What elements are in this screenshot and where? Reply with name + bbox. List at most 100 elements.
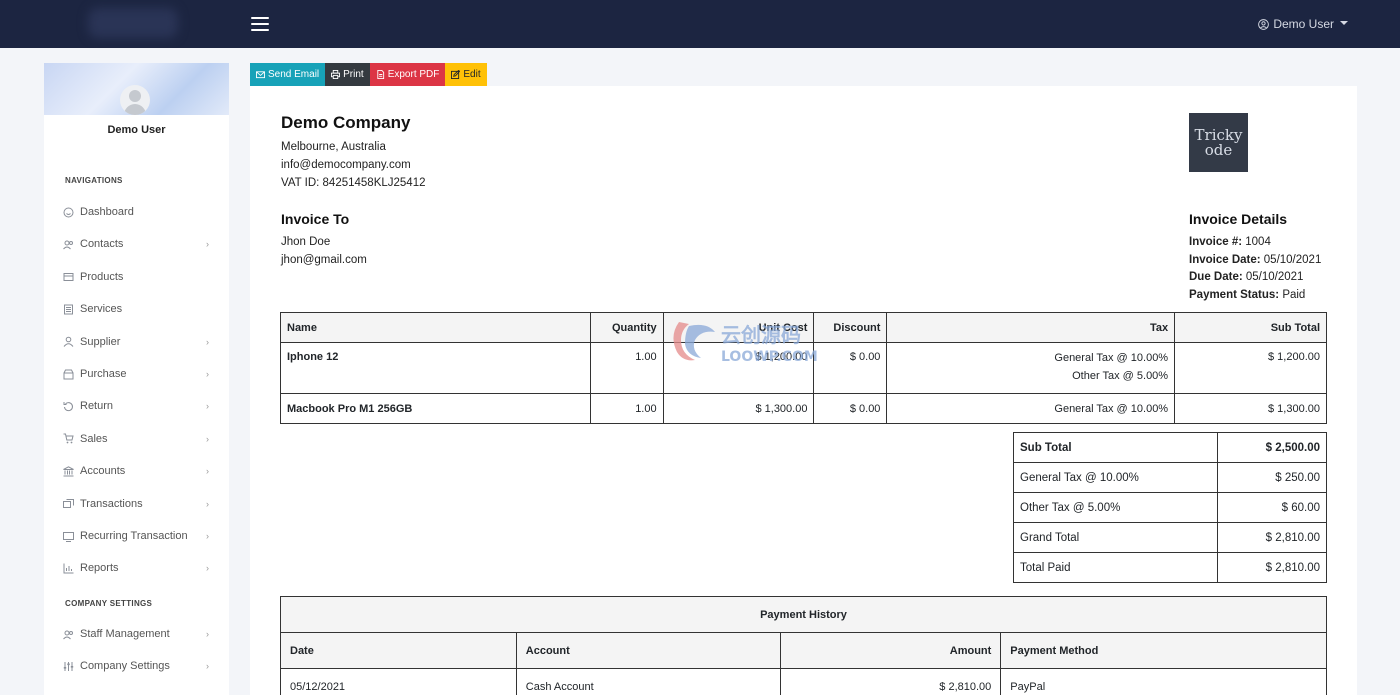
sidebar-item-transactions[interactable]: Transactions › (44, 493, 229, 515)
payment-history-table: Payment History Date Account Amount Paym… (280, 596, 1327, 695)
sidebar-item-label: Services (80, 303, 123, 316)
user-dropdown-label: Demo User (1273, 17, 1334, 31)
column-header: Date (280, 632, 517, 669)
column-header: Unit Cost (662, 312, 815, 343)
totals-value: $ 60.00 (1217, 492, 1327, 523)
table-row: 05/12/2021 Cash Account $ 2,810.00 PayPa… (280, 668, 1327, 695)
totals-value: $ 2,500.00 (1217, 432, 1327, 463)
send-email-button[interactable]: Send Email (250, 63, 326, 86)
app-logo[interactable] (88, 8, 178, 38)
sidebar-item-services[interactable]: Services (44, 298, 229, 320)
due-date-row: Due Date: 05/10/2021 (1189, 271, 1303, 283)
item-tax-line: General Tax @ 10.00% (1054, 352, 1169, 364)
sidebar-section-heading: NAVIGATIONS (65, 176, 123, 185)
user-dropdown[interactable]: Demo User (1258, 17, 1348, 31)
invoice-date-row: Invoice Date: 05/10/2021 (1189, 254, 1321, 266)
sidebar-item-company-settings[interactable]: Company Settings › (44, 655, 229, 677)
payment-history-title: Payment History (280, 596, 1327, 633)
sidebar-item-staff-management[interactable]: Staff Management › (44, 623, 229, 645)
sidebar-item-recurring-transaction[interactable]: Recurring Transaction › (44, 525, 229, 547)
company-address: Melbourne, Australia (281, 141, 386, 153)
sidebar-item-supplier[interactable]: Supplier › (44, 331, 229, 353)
sidebar-item-contacts[interactable]: Contacts › (44, 233, 229, 255)
due-date-label: Due Date: (1189, 271, 1243, 283)
chevron-right-icon: › (206, 401, 209, 412)
column-header: Amount (779, 632, 1002, 669)
column-header: Account (515, 632, 781, 669)
invoice-number-row: Invoice #: 1004 (1189, 236, 1271, 248)
totals-row: Sub Total $ 2,500.00 (1012, 432, 1327, 463)
sidebar-item-sales[interactable]: Sales › (44, 428, 229, 450)
supplier-icon (63, 336, 74, 347)
column-header: Quantity (589, 312, 664, 343)
sidebar-item-label: Reports (80, 562, 119, 575)
transactions-icon (63, 498, 74, 509)
dashboard-icon (63, 207, 74, 218)
return-icon (63, 401, 74, 412)
item-quantity: 1.00 (589, 342, 664, 394)
due-date: 05/10/2021 (1245, 271, 1304, 283)
sidebar-item-accounts[interactable]: Accounts › (44, 460, 229, 482)
menu-toggle-icon[interactable] (251, 17, 269, 31)
sidebar-item-label: Sales (80, 432, 108, 445)
column-header: Name (280, 312, 591, 343)
totals-label: Grand Total (1012, 522, 1219, 553)
item-discount: $ 0.00 (813, 342, 888, 394)
chevron-right-icon: › (206, 336, 209, 347)
company-logo: Tricky ode (1189, 113, 1248, 172)
payment-status: Paid (1282, 289, 1306, 301)
sidebar-item-purchase[interactable]: Purchase › (44, 363, 229, 385)
edit-label: Edit (463, 69, 481, 80)
item-unit-cost: $ 1,300.00 (662, 393, 815, 424)
recurring-icon (63, 531, 74, 542)
payment-history-title-row: Payment History (280, 596, 1327, 633)
printer-icon (331, 70, 341, 79)
company-email: info@democompany.com (281, 159, 411, 171)
sidebar-item-products[interactable]: Products (44, 266, 229, 288)
invoice-toolbar: Send Email Print Export PDF Edit (250, 63, 487, 86)
sales-icon (63, 433, 74, 444)
sidebar-user-name: Demo User (107, 124, 166, 136)
chevron-right-icon: › (206, 239, 209, 250)
totals-row: Other Tax @ 5.00% $ 60.00 (1012, 492, 1327, 523)
totals-label: Sub Total (1012, 432, 1219, 463)
sidebar-item-label: Return (80, 400, 114, 413)
print-button[interactable]: Print (325, 63, 370, 86)
sidebar-item-return[interactable]: Return › (44, 395, 229, 417)
sidebar-item-label: Company Settings (80, 660, 170, 673)
chevron-right-icon: › (206, 433, 209, 444)
sidebar-item-label: Products (80, 270, 124, 283)
edit-button[interactable]: Edit (445, 63, 487, 86)
user-circle-icon (1258, 18, 1270, 30)
totals-value: $ 2,810.00 (1217, 552, 1327, 583)
item-unit-cost: $ 1,200.00 (662, 342, 815, 394)
item-tax: General Tax @ 10.00% Other Tax @ 5.00% (886, 342, 1176, 394)
envelope-icon (256, 71, 265, 79)
edit-icon (451, 70, 461, 79)
sidebar-item-label: Purchase (80, 368, 127, 380)
totals-label: Total Paid (1012, 552, 1219, 583)
reports-icon (63, 563, 74, 574)
table-row: Iphone 12 1.00 $ 1,200.00 $ 0.00 General… (280, 342, 1327, 394)
invoice-details-heading: Invoice Details (1189, 211, 1288, 227)
export-pdf-button[interactable]: Export PDF (369, 63, 446, 86)
file-icon (377, 70, 384, 79)
totals-label: General Tax @ 10.00% (1012, 462, 1219, 493)
invoice-date-label: Invoice Date: (1189, 254, 1261, 266)
sidebar-section-heading: COMPANY SETTINGS (65, 599, 153, 608)
client-name: Jhon Doe (281, 236, 331, 248)
invoice-totals-table: Sub Total $ 2,500.00 General Tax @ 10.00%… (1012, 432, 1327, 583)
sidebar-item-label: Transactions (80, 497, 143, 510)
sidebar-item-label: Recurring Transaction (80, 530, 188, 542)
totals-value: $ 250.00 (1217, 462, 1327, 493)
sidebar-item-reports[interactable]: Reports › (44, 557, 229, 579)
invoice-number: 1004 (1245, 236, 1271, 248)
item-quantity: 1.00 (589, 393, 664, 424)
chevron-right-icon: › (206, 498, 209, 509)
sidebar-item-dashboard[interactable]: Dashboard (44, 201, 229, 223)
sidebar-item-label: Contacts (80, 238, 124, 251)
services-icon (63, 304, 74, 315)
chevron-right-icon: › (206, 466, 209, 477)
invoice-to-heading: Invoice To (281, 211, 350, 227)
item-discount: $ 0.00 (813, 393, 888, 424)
